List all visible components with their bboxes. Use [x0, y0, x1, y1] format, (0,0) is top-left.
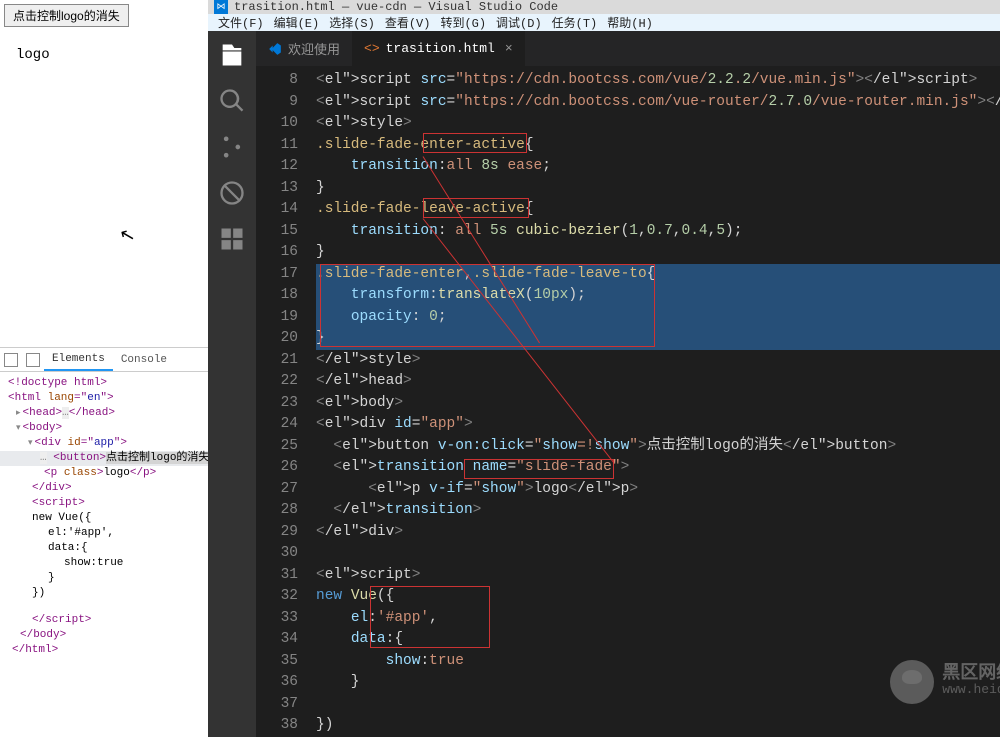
menu-tasks[interactable]: 任务(T) [548, 14, 602, 31]
vscode-tab-icon [268, 42, 282, 56]
tab-console[interactable]: Console [113, 350, 175, 370]
toggle-button[interactable]: 点击控制logo的消失 [4, 4, 129, 27]
explorer-icon[interactable] [218, 41, 246, 69]
cursor-icon: ↖ [117, 223, 137, 248]
extensions-icon[interactable] [218, 225, 246, 253]
menu-edit[interactable]: 编辑(E) [270, 14, 324, 31]
vscode-panel: ⋈ trasition.html — vue-cdn — Visual Stud… [208, 0, 1000, 712]
vscode-icon: ⋈ [214, 0, 228, 14]
menu-help[interactable]: 帮助(H) [603, 14, 657, 31]
logo-text: logo [16, 47, 204, 63]
dom-tree[interactable]: <!doctype html> <html lang="en"> <head>…… [0, 372, 208, 662]
line-gutter: 8910111213141516171819202122232425262728… [256, 66, 316, 737]
inspect-icon[interactable] [4, 353, 18, 367]
html-file-icon: <> [364, 41, 380, 56]
menu-bar[interactable]: 文件(F) 编辑(E) 选择(S) 查看(V) 转到(G) 调试(D) 任务(T… [208, 14, 1000, 31]
search-icon[interactable] [218, 87, 246, 115]
menu-goto[interactable]: 转到(G) [436, 14, 490, 31]
tab-trasition[interactable]: <> trasition.html × [352, 31, 525, 66]
menu-file[interactable]: 文件(F) [214, 14, 268, 31]
browser-panel: 点击控制logo的消失 logo ↖ Elements Console <!do… [0, 0, 208, 712]
close-icon[interactable]: × [505, 41, 513, 56]
menu-view[interactable]: 查看(V) [381, 14, 435, 31]
git-icon[interactable] [218, 133, 246, 161]
menu-select[interactable]: 选择(S) [325, 14, 379, 31]
watermark: 黑区网络 www.heiqu.com [890, 660, 1000, 704]
tab-elements[interactable]: Elements [44, 349, 113, 371]
menu-debug[interactable]: 调试(D) [492, 14, 546, 31]
window-titlebar: ⋈ trasition.html — vue-cdn — Visual Stud… [208, 0, 1000, 14]
code-editor[interactable]: 8910111213141516171819202122232425262728… [256, 66, 1000, 737]
editor-tabs: 欢迎使用 <> trasition.html × [256, 31, 1000, 66]
activity-bar [208, 31, 256, 737]
tab-welcome[interactable]: 欢迎使用 [256, 31, 352, 66]
window-title: trasition.html — vue-cdn — Visual Studio… [234, 0, 558, 14]
code-content[interactable]: <el">script src="https://cdn.bootcss.com… [316, 66, 1000, 737]
debug-icon[interactable] [218, 179, 246, 207]
devtools-panel: Elements Console <!doctype html> <html l… [0, 347, 208, 662]
device-icon[interactable] [26, 353, 40, 367]
watermark-icon [890, 660, 934, 704]
